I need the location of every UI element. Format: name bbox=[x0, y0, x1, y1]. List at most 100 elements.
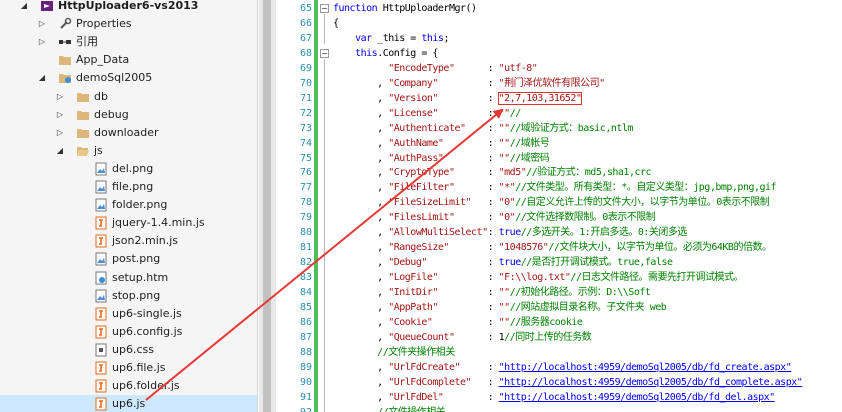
code-line[interactable]: , "AuthPass" : ""//域密码 bbox=[333, 151, 550, 166]
tree-item[interactable]: up6.js bbox=[0, 395, 257, 412]
scrollbar-thumb[interactable] bbox=[263, 0, 271, 412]
tree-item[interactable]: ▷ 引用 bbox=[0, 33, 257, 51]
code-line[interactable]: , "CryptoType" : "md5"//验证方式：md5,sha1,cr… bbox=[333, 165, 651, 180]
fold-toggle-icon[interactable]: − bbox=[320, 48, 329, 58]
code-line[interactable]: , "RangeSize" : "1048576"//文件块大小，以字节为单位。… bbox=[333, 240, 772, 255]
tree-item-label: setup.htm bbox=[112, 270, 169, 284]
code-line[interactable]: , "FilesLimit" : "0"//文件选择数限制。0表示不限制 bbox=[333, 210, 656, 225]
tree-item[interactable]: ◢ HttpUploader6-vs2013 bbox=[0, 0, 257, 15]
code-token: : bbox=[443, 152, 499, 164]
code-token: , bbox=[333, 287, 389, 299]
code-line[interactable]: , "InitDir" : ""//初始化路径。示例：D:\\Soft bbox=[333, 285, 651, 300]
image-file-icon bbox=[94, 180, 108, 194]
code-token: "Company" bbox=[388, 77, 438, 89]
collapse-arrow-icon[interactable]: ▷ bbox=[54, 106, 66, 124]
code-line[interactable]: , "LogFile" : "F:\\log.txt"//日志文件路径。需要先打… bbox=[333, 270, 743, 285]
code-line[interactable]: { bbox=[333, 16, 339, 31]
tree-item[interactable]: up6.css bbox=[0, 341, 257, 359]
collapse-arrow-icon[interactable]: ▷ bbox=[36, 15, 48, 33]
code-line[interactable]: "EncodeType" : "utf-8" bbox=[333, 61, 538, 76]
code-line[interactable]: , "AllowMultiSelect": true//多选开关。1:开启多选。… bbox=[333, 225, 687, 240]
fold-toggle-icon[interactable]: − bbox=[320, 4, 329, 13]
tree-item-label: demoSql2005 bbox=[76, 71, 153, 85]
expand-arrow-icon[interactable]: ◢ bbox=[54, 142, 66, 160]
tree-item[interactable]: folder.png bbox=[0, 196, 257, 214]
code-token: : bbox=[437, 77, 499, 89]
tree-item[interactable]: up6.file.js bbox=[0, 359, 257, 377]
js-file-icon bbox=[94, 397, 108, 411]
code-line[interactable]: , "QueueCount" : 1//同时上传的任务数 bbox=[333, 330, 592, 345]
code-token: , bbox=[333, 272, 389, 284]
code-token: "Version" bbox=[388, 92, 438, 104]
code-line[interactable]: , "Version" : "2,7,103,31652" bbox=[333, 91, 583, 106]
code-token: "EncodeType" bbox=[388, 62, 455, 74]
html-file-icon bbox=[94, 271, 108, 285]
collapse-arrow-icon[interactable]: ▷ bbox=[54, 88, 66, 106]
tree-item-label: stop.png bbox=[112, 288, 161, 302]
tree-item[interactable]: stop.png bbox=[0, 287, 257, 305]
expand-arrow-icon[interactable]: ◢ bbox=[18, 0, 30, 15]
code-token: //同时上传的任务数 bbox=[504, 331, 592, 343]
code-line[interactable]: , "Cookie" : ""//服务器cookie bbox=[333, 315, 583, 330]
code-token: //文件块大小，以字节为单位。必须为64KB的倍数。 bbox=[548, 242, 772, 254]
tree-item[interactable]: ◢ demoSql2005 bbox=[0, 69, 257, 87]
code-line[interactable]: //文件操作相关 bbox=[333, 405, 446, 412]
tree-item[interactable]: json2.min.js bbox=[0, 232, 257, 250]
tree-item[interactable]: del.png bbox=[0, 160, 257, 178]
tree-item[interactable]: file.png bbox=[0, 178, 257, 196]
code-token: : bbox=[437, 107, 499, 119]
code-token: : bbox=[437, 272, 499, 284]
code-token: , bbox=[333, 391, 389, 403]
code-token: //服务器cookie bbox=[509, 316, 583, 328]
tree-item[interactable]: ▷ db bbox=[0, 88, 257, 106]
line-number: 92 bbox=[278, 405, 312, 412]
code-token: , bbox=[333, 302, 389, 313]
tree-item[interactable]: ◢ js bbox=[0, 142, 257, 160]
tree-item[interactable]: up6-single.js bbox=[0, 305, 257, 323]
change-tracking-bar bbox=[314, 0, 318, 412]
line-number: 71 bbox=[299, 92, 312, 104]
code-line[interactable]: var _this = this; bbox=[333, 31, 449, 46]
tree-item[interactable]: ▷ debug bbox=[0, 106, 257, 124]
tree-item[interactable]: up6.config.js bbox=[0, 323, 257, 341]
code-line[interactable]: this.Config = { bbox=[333, 46, 438, 61]
folder-icon bbox=[76, 126, 90, 140]
expand-arrow-icon[interactable]: ◢ bbox=[36, 69, 48, 87]
code-token: "http://localhost:4959/demoSql2005/db/fd… bbox=[498, 391, 776, 403]
code-line[interactable]: //文件夹操作相关 bbox=[333, 345, 455, 360]
code-token: true bbox=[498, 257, 522, 269]
tree-item[interactable]: App_Data bbox=[0, 51, 257, 69]
folder-icon bbox=[58, 53, 72, 67]
code-line[interactable]: function HttpUploaderMgr() bbox=[333, 1, 477, 16]
code-line[interactable]: , "UrlFdCreate" : "http://localhost:4959… bbox=[333, 360, 792, 375]
line-number: 70 bbox=[299, 77, 312, 89]
code-line[interactable]: , "AuthName" : ""//域帐号 bbox=[333, 136, 550, 151]
tree-item[interactable]: ▷ downloader bbox=[0, 124, 257, 142]
code-line[interactable]: , "FileSizeLimit" : "0"//自定义允许上传的文件大小，以字… bbox=[333, 195, 770, 210]
code-line[interactable]: , "AppPath" : ""//网站虚拟目录名称。子文件夹 web bbox=[333, 300, 667, 315]
code-line[interactable]: , "UrlFdComplete" : "http://localhost:49… bbox=[333, 375, 803, 390]
code-line[interactable]: , "License" : ""// bbox=[333, 106, 521, 121]
collapse-arrow-icon[interactable]: ▷ bbox=[36, 33, 48, 51]
code-token: : bbox=[426, 257, 499, 269]
code-line[interactable]: , "UrlFdDel" : "http://localhost:4959/de… bbox=[333, 390, 775, 405]
code-line[interactable]: , "Company" : "荆门泽优软件有限公司" bbox=[333, 76, 605, 91]
code-line[interactable]: , "FileFilter" : "*"//文件类型。所有类型：*。自定义类型：… bbox=[333, 180, 776, 195]
code-token: : bbox=[437, 287, 499, 299]
code-line[interactable]: , "Debug" : true//是否打开调试模式。true,false bbox=[333, 255, 673, 270]
code-token: "FilesLimit" bbox=[388, 212, 455, 224]
tree-item[interactable]: post.png bbox=[0, 250, 257, 268]
code-line[interactable]: , "Authenticate" : ""//域验证方式：basic,ntlm bbox=[333, 121, 633, 136]
js-file-icon bbox=[94, 325, 108, 339]
code-token: "http://localhost:4959/demoSql2005/db/fd… bbox=[498, 361, 792, 373]
tree-item[interactable]: setup.htm bbox=[0, 269, 257, 287]
code-token: "*" bbox=[498, 182, 516, 194]
code-token: //验证方式：md5,sha1,crc bbox=[526, 167, 652, 179]
tree-item[interactable]: ▷ Properties bbox=[0, 15, 257, 33]
tree-item[interactable]: up6.folder.js bbox=[0, 377, 257, 395]
collapse-arrow-icon[interactable]: ▷ bbox=[54, 124, 66, 142]
tree-item[interactable]: jquery-1.4.min.js bbox=[0, 214, 257, 232]
line-number: 80 bbox=[299, 227, 312, 239]
